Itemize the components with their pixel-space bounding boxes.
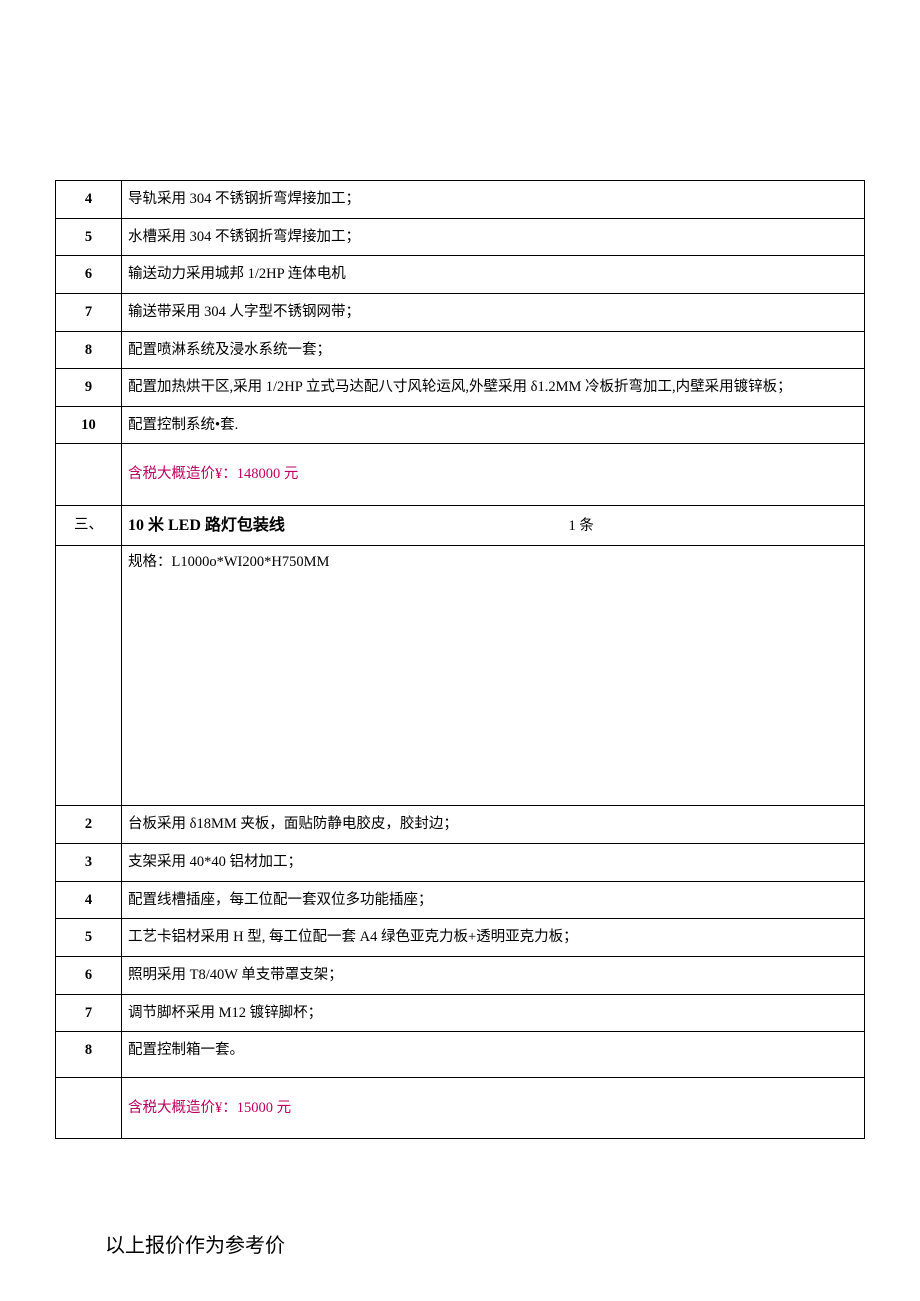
row-num: 3 bbox=[56, 843, 122, 881]
table-row: 2 台板采用 δ18MM 夹板，面贴防静电胶皮，胶封边； bbox=[56, 806, 865, 844]
footer-note: 以上报价作为参考价 bbox=[105, 1229, 865, 1258]
row-num: 5 bbox=[56, 218, 122, 256]
row-num: 2 bbox=[56, 806, 122, 844]
section-header-row: 三、 10 米 LED 路灯包装线 1 条 bbox=[56, 506, 865, 546]
price-text: 含税大概造价¥：148000 元 bbox=[128, 466, 298, 482]
row-text: 支架采用 40*40 铝材加工； bbox=[122, 843, 865, 881]
row-num: 8 bbox=[56, 331, 122, 369]
price-row: 含税大概造价¥：148000 元 bbox=[56, 444, 865, 506]
row-num: 5 bbox=[56, 919, 122, 957]
section-num: 三、 bbox=[56, 506, 122, 546]
row-text: 照明采用 T8/40W 单支带罩支架； bbox=[122, 956, 865, 994]
section-qty: 1 条 bbox=[569, 514, 594, 539]
table-row: 3 支架采用 40*40 铝材加工； bbox=[56, 843, 865, 881]
table-row: 8 配置喷淋系统及浸水系统一套； bbox=[56, 331, 865, 369]
row-text: 配置控制箱一套。 bbox=[122, 1032, 865, 1078]
row-text: 输送动力采用城邦 1/2HP 连体电机 bbox=[122, 256, 865, 294]
row-text: 输送带采用 304 人字型不锈钢网带； bbox=[122, 293, 865, 331]
table-row: 6 输送动力采用城邦 1/2HP 连体电机 bbox=[56, 256, 865, 294]
row-num-empty bbox=[56, 546, 122, 806]
row-num: 4 bbox=[56, 881, 122, 919]
row-num: 8 bbox=[56, 1032, 122, 1078]
table-row: 4 导轨采用 304 不锈钢折弯焊接加工； bbox=[56, 181, 865, 219]
price-cell: 含税大概造价¥：148000 元 bbox=[122, 444, 865, 506]
section-title-cell: 10 米 LED 路灯包装线 1 条 bbox=[122, 506, 865, 546]
row-num: 10 bbox=[56, 406, 122, 444]
spec-text: 规格：L1000o*WI200*H750MM bbox=[122, 546, 865, 806]
row-num: 4 bbox=[56, 181, 122, 219]
price-text: 含税大概造价¥：15000 元 bbox=[128, 1100, 291, 1116]
spec-row: 规格：L1000o*WI200*H750MM bbox=[56, 546, 865, 806]
table-row: 4 配置线槽插座，每工位配一套双位多功能插座； bbox=[56, 881, 865, 919]
section-title: 10 米 LED 路灯包装线 bbox=[128, 517, 285, 534]
row-text: 配置加热烘干区,采用 1/2HP 立式马达配八寸风轮运风,外壁采用 δ1.2MM… bbox=[122, 369, 865, 407]
row-text: 水槽采用 304 不锈钢折弯焊接加工； bbox=[122, 218, 865, 256]
table-row: 5 水槽采用 304 不锈钢折弯焊接加工； bbox=[56, 218, 865, 256]
price-row: 含税大概造价¥：15000 元 bbox=[56, 1077, 865, 1139]
row-num: 6 bbox=[56, 256, 122, 294]
row-num: 7 bbox=[56, 994, 122, 1032]
table-row: 10 配置控制系统•套. bbox=[56, 406, 865, 444]
row-text: 调节脚杯采用 M12 镀锌脚杯； bbox=[122, 994, 865, 1032]
row-num-empty bbox=[56, 1077, 122, 1139]
spec-table: 4 导轨采用 304 不锈钢折弯焊接加工； 5 水槽采用 304 不锈钢折弯焊接… bbox=[55, 180, 865, 1139]
row-num: 7 bbox=[56, 293, 122, 331]
row-text: 配置控制系统•套. bbox=[122, 406, 865, 444]
row-text: 台板采用 δ18MM 夹板，面贴防静电胶皮，胶封边； bbox=[122, 806, 865, 844]
row-text: 工艺卡铝材采用 H 型, 每工位配一套 A4 绿色亚克力板+透明亚克力板； bbox=[122, 919, 865, 957]
table-row: 9 配置加热烘干区,采用 1/2HP 立式马达配八寸风轮运风,外壁采用 δ1.2… bbox=[56, 369, 865, 407]
table-row: 7 调节脚杯采用 M12 镀锌脚杯； bbox=[56, 994, 865, 1032]
row-text: 配置喷淋系统及浸水系统一套； bbox=[122, 331, 865, 369]
row-text: 导轨采用 304 不锈钢折弯焊接加工； bbox=[122, 181, 865, 219]
table-row: 5 工艺卡铝材采用 H 型, 每工位配一套 A4 绿色亚克力板+透明亚克力板； bbox=[56, 919, 865, 957]
row-num: 9 bbox=[56, 369, 122, 407]
price-cell: 含税大概造价¥：15000 元 bbox=[122, 1077, 865, 1139]
table-row: 7 输送带采用 304 人字型不锈钢网带； bbox=[56, 293, 865, 331]
row-num-empty bbox=[56, 444, 122, 506]
table-row: 6 照明采用 T8/40W 单支带罩支架； bbox=[56, 956, 865, 994]
table-row: 8 配置控制箱一套。 bbox=[56, 1032, 865, 1078]
row-text: 配置线槽插座，每工位配一套双位多功能插座； bbox=[122, 881, 865, 919]
row-num: 6 bbox=[56, 956, 122, 994]
